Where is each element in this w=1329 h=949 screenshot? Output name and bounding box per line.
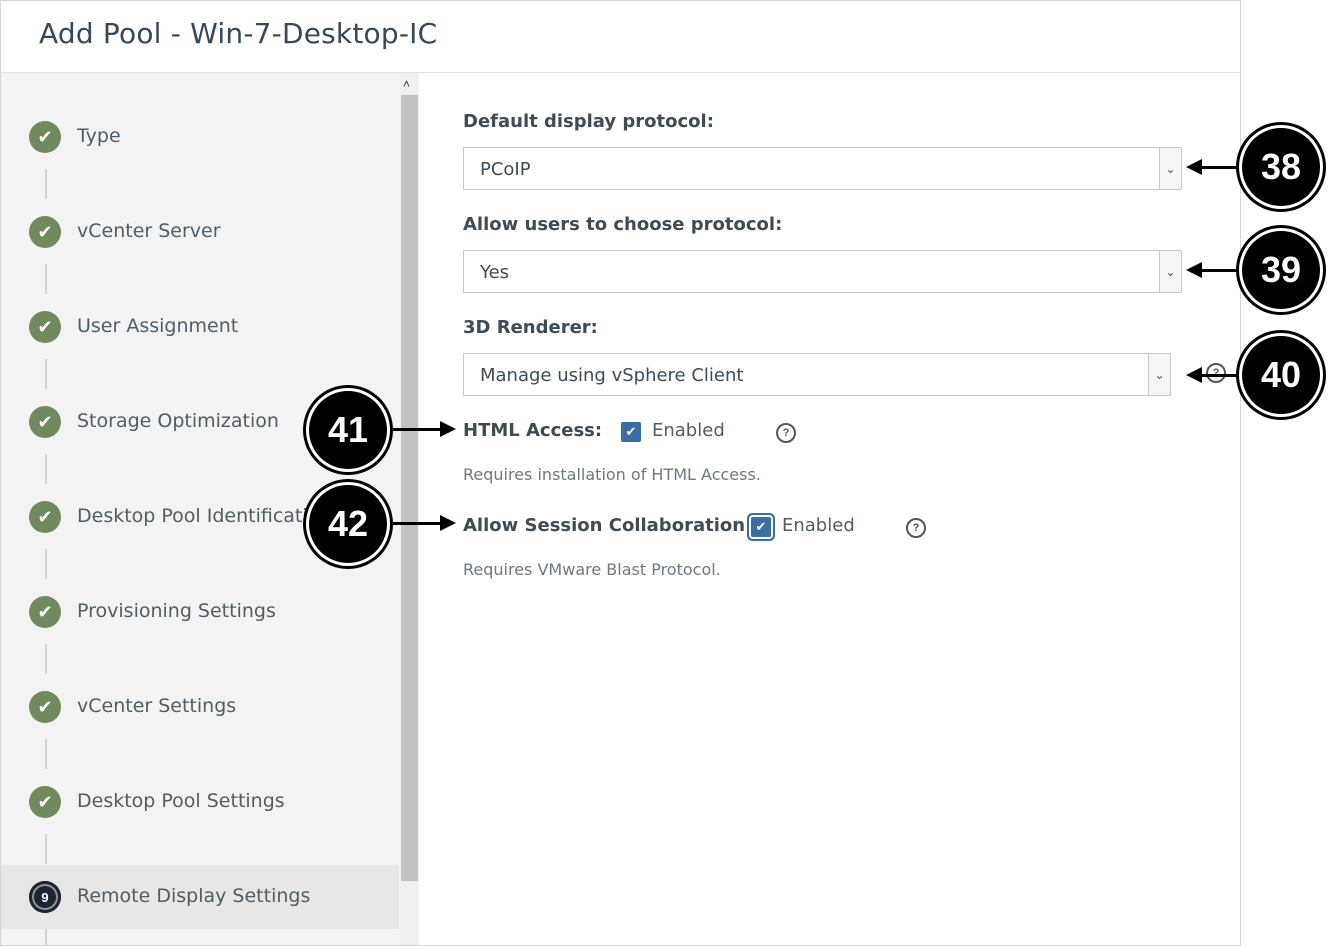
step-label: Desktop Pool Identification (77, 505, 332, 527)
step-connector (45, 264, 47, 294)
step-label: Remote Display Settings (77, 885, 311, 907)
chevron-down-icon[interactable]: ⌄ (1159, 251, 1181, 292)
html-access-enabled-label[interactable]: Enabled (652, 420, 725, 441)
check-icon: ✔ (29, 691, 61, 723)
step-label: vCenter Settings (77, 695, 237, 717)
sidebar-scrollbar[interactable]: ˄ (400, 73, 419, 945)
session-collaboration-enabled-label[interactable]: Enabled (782, 515, 855, 536)
html-access-checkbox[interactable]: ✔ (621, 422, 641, 442)
wizard-step-vcenter-server[interactable]: ✔ vCenter Server (1, 200, 399, 264)
check-icon: ✔ (29, 786, 61, 818)
allow-choose-protocol-select[interactable]: Yes ⌄ (463, 250, 1182, 293)
chevron-down-icon[interactable]: ⌄ (1159, 148, 1181, 189)
wizard-step-remote-display-settings[interactable]: 9 Remote Display Settings (1, 865, 399, 929)
callout-arrow (390, 515, 456, 531)
help-icon[interactable]: ? (776, 423, 796, 443)
callout-badge: 41 (309, 391, 387, 469)
step-connector (45, 834, 47, 864)
wizard-step-type[interactable]: ✔ Type (1, 105, 399, 169)
callout-badge: 38 (1242, 128, 1320, 206)
renderer-select[interactable]: Manage using vSphere Client ⌄ (463, 353, 1171, 396)
step-label: Type (77, 125, 121, 147)
dialog-header: Add Pool - Win-7-Desktop-IC (1, 1, 1240, 73)
renderer-label: 3D Renderer: (463, 317, 598, 338)
step-label: vCenter Server (77, 220, 221, 242)
wizard-step-provisioning-settings[interactable]: ✔ Provisioning Settings (1, 580, 399, 644)
check-icon: ✔ (29, 596, 61, 628)
check-icon: ✔ (29, 121, 61, 153)
help-icon[interactable]: ? (906, 518, 926, 538)
wizard-step-desktop-pool-settings[interactable]: ✔ Desktop Pool Settings (1, 770, 399, 834)
add-pool-dialog: Add Pool - Win-7-Desktop-IC ✔ Type ✔ vCe… (0, 0, 1241, 946)
step-label: Storage Optimization (77, 410, 279, 432)
scroll-up-icon[interactable]: ˄ (403, 77, 410, 91)
wizard-step-vcenter-settings[interactable]: ✔ vCenter Settings (1, 675, 399, 739)
default-protocol-select[interactable]: PCoIP ⌄ (463, 147, 1182, 190)
step-connector (45, 644, 47, 674)
remote-display-settings-panel: Default display protocol: PCoIP ⌄ Allow … (420, 73, 1240, 945)
step-label: Provisioning Settings (77, 600, 276, 622)
step-label: Desktop Pool Settings (77, 790, 285, 812)
step-connector (45, 929, 47, 945)
callout-arrow (390, 421, 456, 437)
scrollbar-thumb[interactable] (401, 95, 418, 881)
step-connector (45, 549, 47, 579)
step-connector (45, 454, 47, 484)
session-collaboration-hint: Requires VMware Blast Protocol. (463, 560, 721, 579)
check-icon: ✔ (29, 501, 61, 533)
allow-choose-protocol-label: Allow users to choose protocol: (463, 214, 783, 235)
callout-badge: 40 (1242, 336, 1320, 414)
default-protocol-value: PCoIP (480, 159, 531, 180)
check-icon: ✔ (29, 406, 61, 438)
session-collaboration-label: Allow Session Collaboration: (463, 515, 753, 536)
dialog-title: Add Pool - Win-7-Desktop-IC (39, 17, 438, 50)
check-icon: ✔ (29, 216, 61, 248)
renderer-value: Manage using vSphere Client (480, 365, 744, 386)
callout-arrow (1186, 159, 1240, 175)
callout-badge: 39 (1242, 231, 1320, 309)
step-connector (45, 739, 47, 769)
html-access-label: HTML Access: (463, 420, 603, 441)
html-access-hint: Requires installation of HTML Access. (463, 465, 761, 484)
check-icon: ✔ (29, 311, 61, 343)
step-label: User Assignment (77, 315, 239, 337)
callout-arrow (1186, 367, 1240, 383)
step-connector (45, 359, 47, 389)
step-connector (45, 169, 47, 199)
wizard-step-user-assignment[interactable]: ✔ User Assignment (1, 295, 399, 359)
callout-badge: 42 (309, 485, 387, 563)
step-number-badge: 9 (29, 881, 61, 913)
session-collaboration-checkbox[interactable]: ✔ (751, 517, 771, 537)
help-icon[interactable]: ? (1206, 363, 1226, 383)
callout-arrow (1186, 262, 1240, 278)
chevron-down-icon[interactable]: ⌄ (1148, 354, 1170, 395)
allow-choose-protocol-value: Yes (480, 262, 510, 283)
default-protocol-label: Default display protocol: (463, 111, 714, 132)
